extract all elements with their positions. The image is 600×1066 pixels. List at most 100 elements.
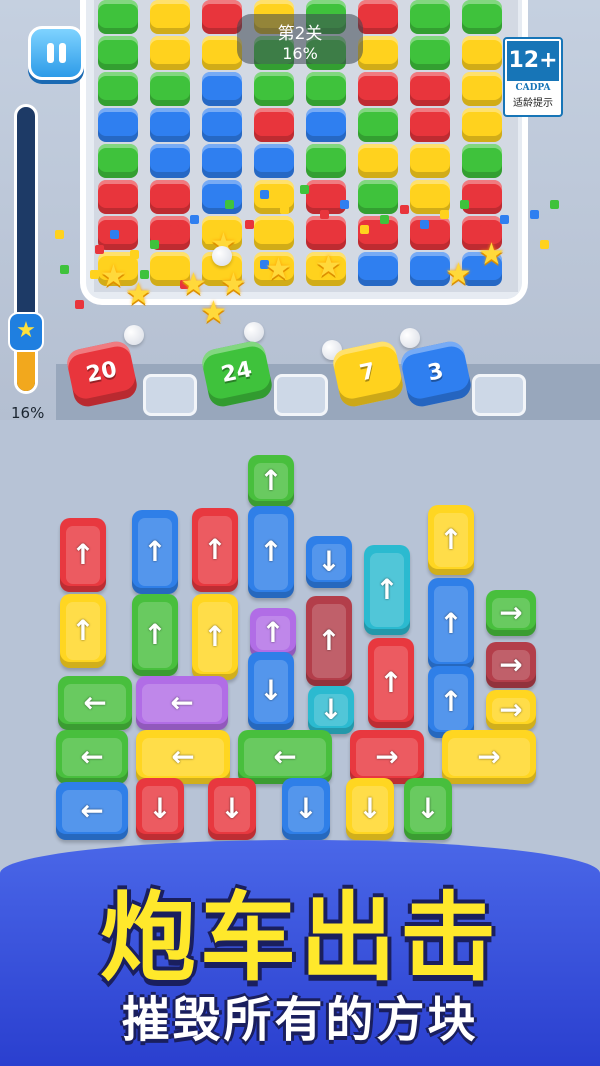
vehicle-yellow[interactable]: ↑ [60,594,106,668]
vehicle-green[interactable]: ← [58,676,132,730]
vehicle-maroon[interactable]: → [486,642,536,688]
empty-slot [274,374,328,416]
vehicle-red[interactable]: ↓ [208,778,256,840]
age-rating-org: CADPA [515,83,551,93]
vehicle-yellow[interactable]: ↑ [428,505,474,575]
direction-arrow-icon: ↑ [259,535,283,568]
block [358,72,398,106]
vehicle-yellow[interactable]: ↓ [346,778,394,840]
vehicle-yellow[interactable]: → [442,730,536,784]
block [150,72,190,106]
vehicle-red[interactable]: ↑ [368,638,414,728]
debris [400,205,409,214]
direction-arrow-icon: → [499,693,523,726]
debris [380,215,389,224]
vehicle-red[interactable]: ↓ [136,778,184,840]
block [306,180,346,214]
vehicle-yellow[interactable]: ← [136,730,230,784]
direction-arrow-icon: ↑ [71,538,95,571]
pause-button[interactable] [28,26,84,80]
block [150,0,190,34]
debris [300,185,309,194]
vehicle-blue[interactable]: ↑ [428,578,474,670]
direction-arrow-icon: ↓ [220,792,244,825]
vehicle-blue[interactable]: ↑ [248,506,294,598]
direction-arrow-icon: ↓ [319,693,343,726]
vehicle-green[interactable]: ← [238,730,332,784]
debris [170,225,179,234]
block [358,144,398,178]
debris [130,250,139,259]
age-rating-label: 适龄提示 [513,98,553,109]
vehicle-maroon[interactable]: ↑ [306,596,352,686]
debris [480,225,489,234]
level-banner: 第2关 16% [237,14,363,64]
direction-arrow-icon: ← [83,686,107,719]
direction-arrow-icon: ↑ [143,535,167,568]
shooter-count: 20 [84,357,120,388]
star-icon: ★ [315,249,342,284]
vehicle-red[interactable]: → [350,730,424,784]
direction-arrow-icon: → [375,740,399,773]
vehicle-blue[interactable]: ← [56,782,128,840]
direction-arrow-icon: → [477,740,501,773]
direction-arrow-icon: ↑ [71,614,95,647]
block [254,144,294,178]
vehicle-red[interactable]: ↑ [60,518,106,592]
vehicle-blue[interactable]: ↑ [132,510,178,594]
progress-fill [17,345,35,391]
vehicle-blue[interactable]: ↑ [428,666,474,738]
vehicle-green[interactable]: ← [56,730,128,784]
block [98,0,138,34]
block [358,180,398,214]
block [306,72,346,106]
vehicle-green[interactable]: ↑ [248,455,294,507]
debris [540,240,549,249]
block [410,36,450,70]
direction-arrow-icon: ↓ [294,792,318,825]
cannon-ball [124,325,144,345]
vehicle-teal[interactable]: ↑ [364,545,410,635]
block [202,0,242,34]
star-icon: ★ [445,257,472,292]
block [410,252,450,286]
block [98,144,138,178]
block [410,144,450,178]
direction-arrow-icon: → [499,596,523,629]
block [462,0,502,34]
vehicle-purple[interactable]: ↑ [250,608,296,658]
direction-arrow-icon: ↑ [439,607,463,640]
block [254,216,294,250]
block [150,36,190,70]
vehicle-green[interactable]: ↑ [132,594,178,676]
vehicle-blue[interactable]: ↓ [282,778,330,840]
vehicle-green[interactable]: → [486,590,536,636]
block [150,108,190,142]
debris [440,210,449,219]
vehicle-red[interactable]: ↑ [192,508,238,592]
vehicle-blue[interactable]: ↓ [248,652,294,730]
block [462,144,502,178]
direction-arrow-icon: ↑ [439,685,463,718]
debris [90,270,99,279]
shooter-count: 7 [357,358,378,387]
block [202,108,242,142]
vehicle-purple[interactable]: ← [136,676,228,730]
block [462,108,502,142]
block [410,180,450,214]
block [410,0,450,34]
vehicle-yellow[interactable]: → [486,690,536,730]
vehicle-green[interactable]: ↓ [404,778,452,840]
block [462,180,502,214]
vehicle-blue[interactable]: ↓ [306,536,352,588]
star-icon: ★ [478,237,505,272]
star-icon: ★ [8,312,44,352]
block [98,180,138,214]
cannon-ball [212,246,232,266]
block [202,144,242,178]
direction-arrow-icon: ↑ [203,533,227,566]
debris [60,265,69,274]
block [98,36,138,70]
vehicle-yellow[interactable]: ↑ [192,594,238,680]
vehicle-teal[interactable]: ↓ [308,686,354,734]
